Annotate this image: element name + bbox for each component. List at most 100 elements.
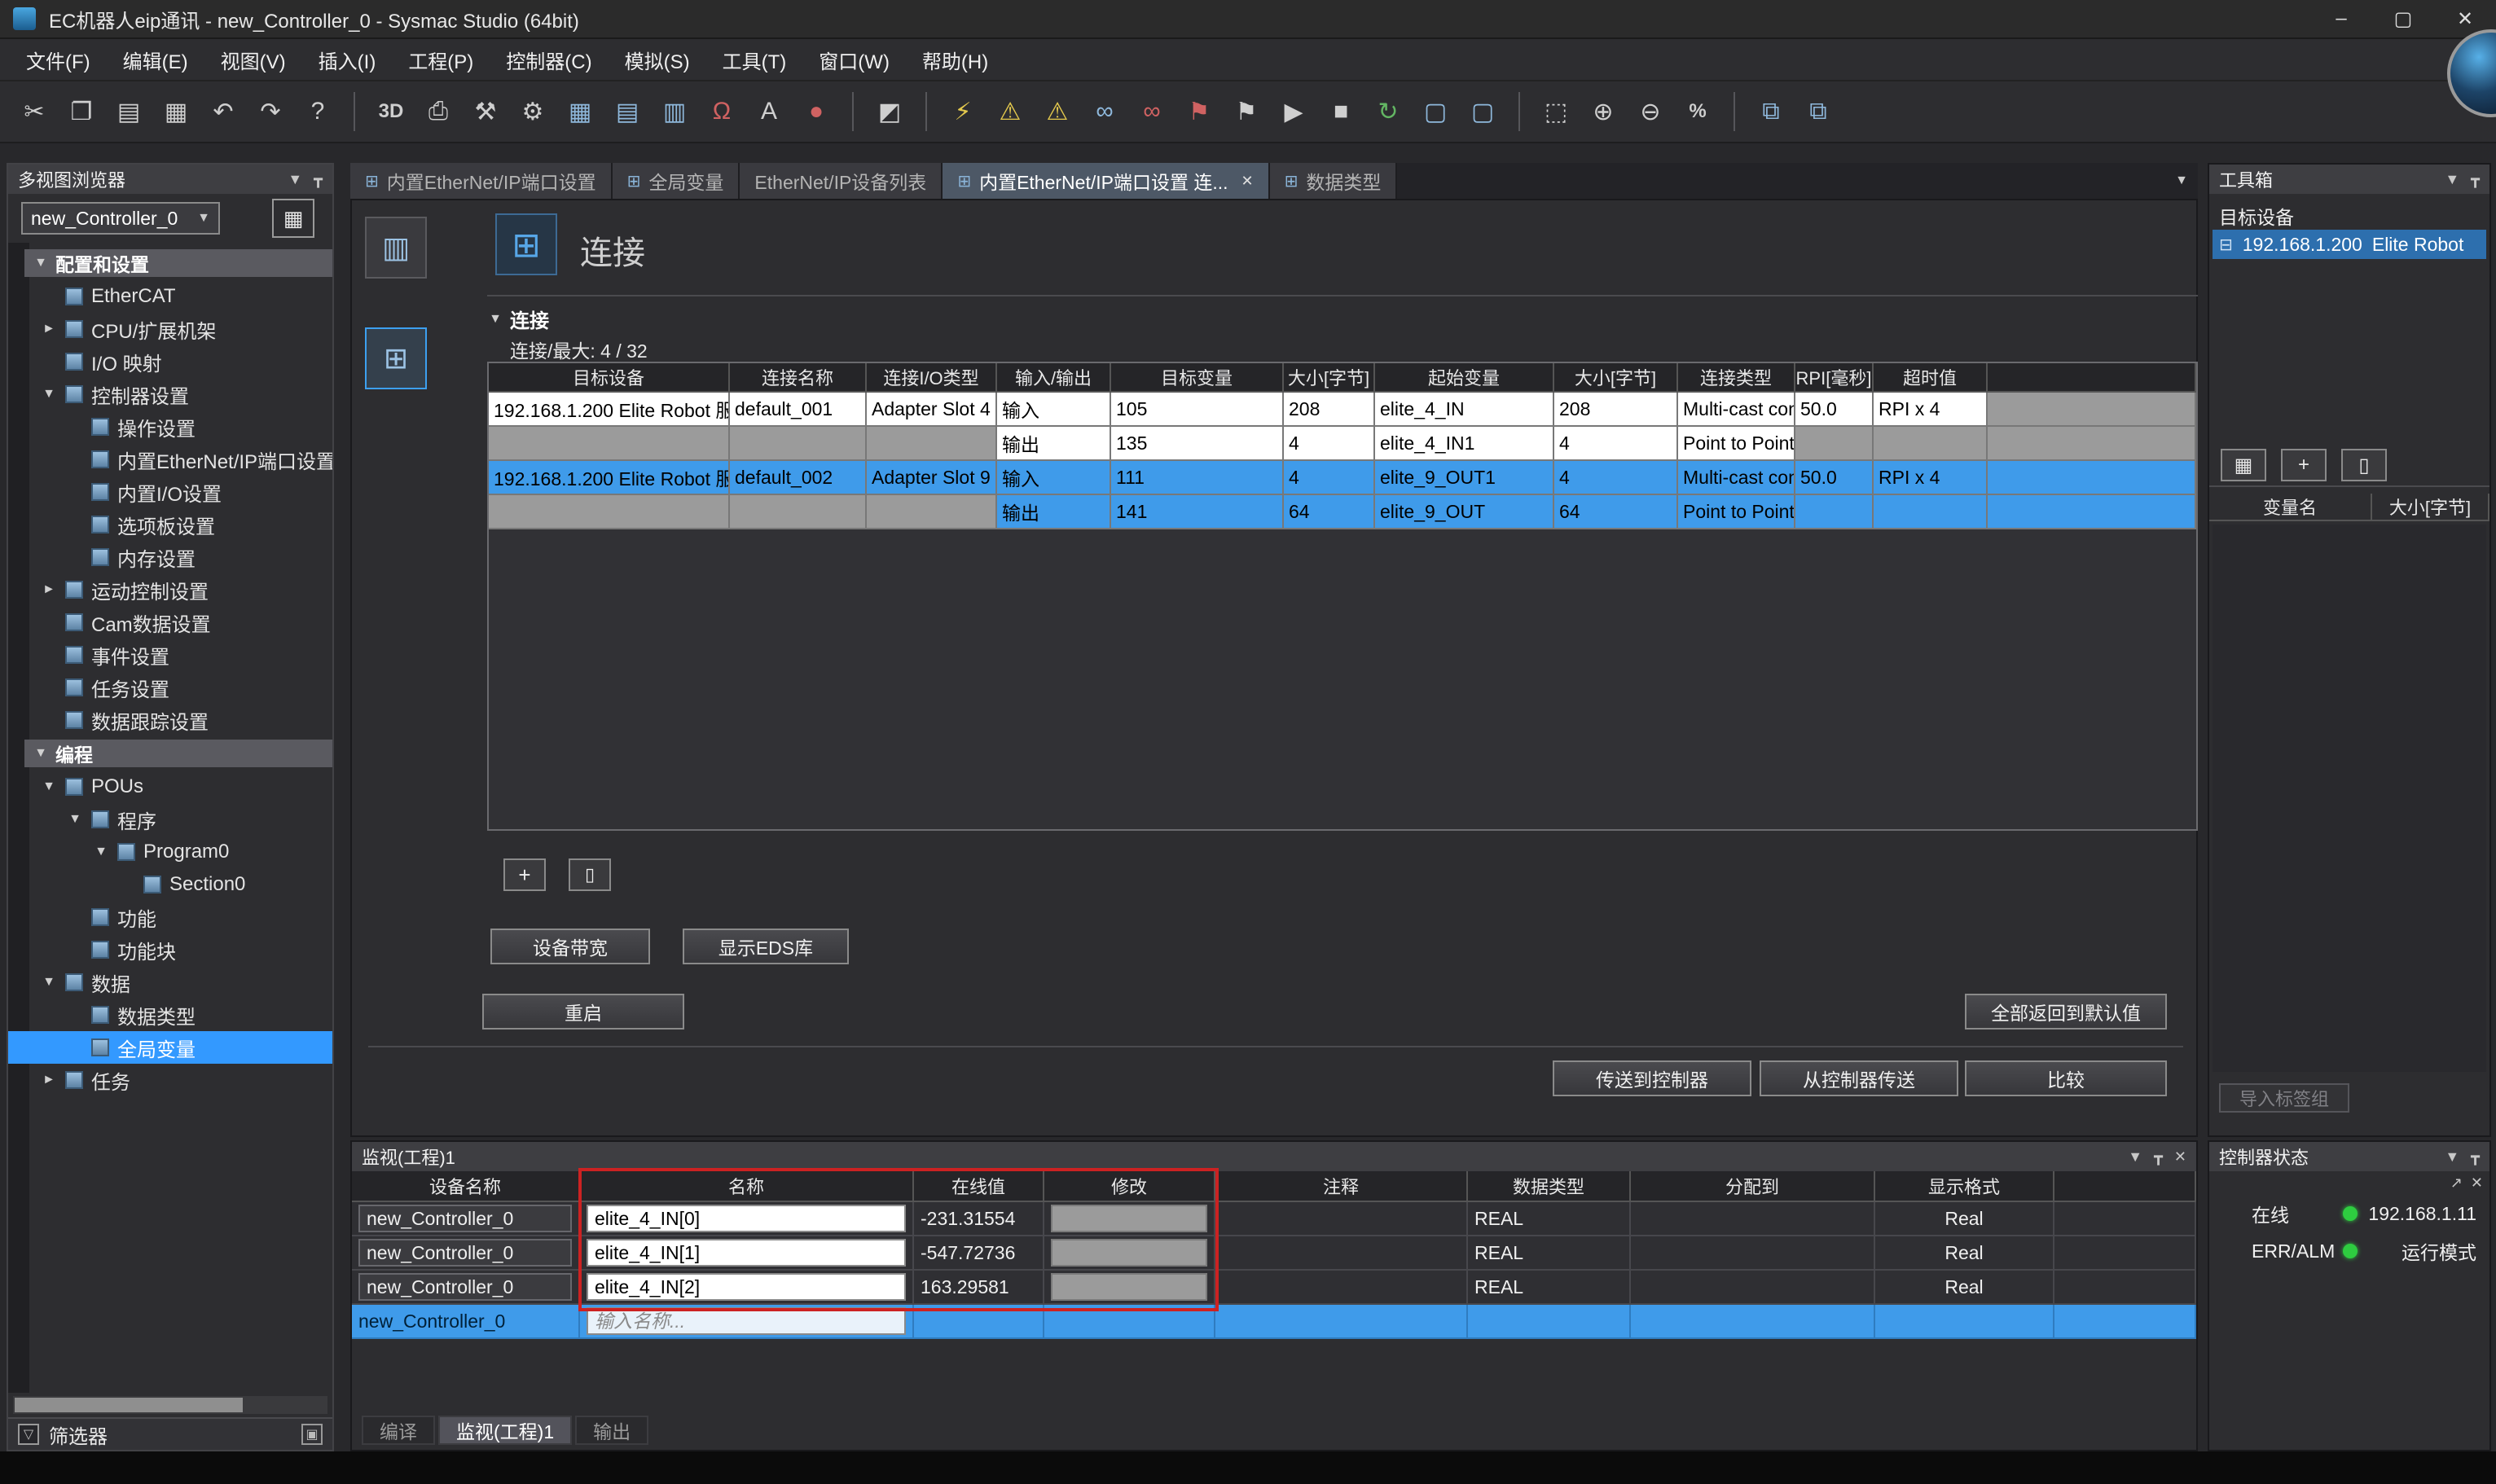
cell-allocated[interactable] — [1631, 1305, 1875, 1339]
menu-project[interactable]: 工程(P) — [392, 38, 490, 81]
variable-list[interactable] — [2213, 525, 2486, 1072]
cell-direction[interactable]: 输出 — [997, 495, 1111, 529]
menu-tools[interactable]: 工具(T) — [706, 38, 803, 81]
pin-icon[interactable]: ┳ — [2471, 171, 2480, 188]
expand-icon[interactable]: ↗ — [2450, 1174, 2463, 1192]
sidebar-item-data-trace[interactable]: 数据跟踪设置 — [8, 704, 332, 736]
cell-target-variable[interactable]: 141 — [1111, 495, 1284, 529]
transfer-from-controller-button[interactable]: 从控制器传送 — [1760, 1060, 1958, 1096]
cell-connection-type[interactable]: Multi-cast conn — [1678, 393, 1795, 427]
sidebar-item-builtin-ethernet-ip-port[interactable]: 内置EtherNet/IP端口设置 — [8, 443, 332, 476]
font-icon[interactable]: A — [748, 89, 790, 134]
cell-size2[interactable]: 64 — [1554, 495, 1678, 529]
cell-size2[interactable]: 4 — [1554, 427, 1678, 461]
cell-comment[interactable] — [1215, 1236, 1468, 1271]
warning-list-icon[interactable]: ⚠ — [1036, 89, 1079, 134]
sidebar-item-program0[interactable]: Program0 — [8, 836, 332, 868]
close-icon[interactable]: ✕ — [2174, 1148, 2186, 1166]
compare-button[interactable]: 比较 — [1965, 1060, 2167, 1096]
zoom-select-icon[interactable]: ⬚ — [1535, 89, 1577, 134]
sidebar-item-programs[interactable]: 程序 — [8, 803, 332, 836]
sidebar-item-section0[interactable]: Section0 — [8, 868, 332, 901]
sidebar-item-global-variables[interactable]: 全局变量 — [8, 1031, 332, 1064]
paste-icon[interactable]: ▤ — [108, 89, 150, 134]
delete-connection-button[interactable]: ▯ — [569, 858, 611, 891]
sidebar-item-data-types[interactable]: 数据类型 — [8, 999, 332, 1031]
cell-connection-type[interactable]: Point to Point c — [1678, 495, 1795, 529]
sidebar-item-operation-settings[interactable]: 操作设置 — [8, 411, 332, 443]
stop-mode-icon[interactable]: ■ — [1320, 89, 1362, 134]
cell-start-variable[interactable]: elite_9_OUT1 — [1375, 461, 1554, 495]
tab-connection-settings-active[interactable]: ⊞ 内置EtherNet/IP端口设置 连... ✕ — [943, 163, 1269, 199]
close-icon[interactable]: ✕ — [2471, 1174, 2483, 1192]
tab-list-dropdown-icon[interactable]: ▼ — [2165, 163, 2198, 199]
sync-link-off-icon[interactable]: ∞ — [1131, 89, 1173, 134]
zoom-fit-icon[interactable]: % — [1676, 89, 1719, 134]
cell-size[interactable]: 64 — [1284, 495, 1375, 529]
cell-connection-type[interactable]: Multi-cast conn — [1678, 461, 1795, 495]
cell-device-name[interactable]: new_Controller_0 — [352, 1305, 580, 1339]
chevron-down-icon[interactable]: ▼ — [2128, 1148, 2142, 1166]
cell-allocated[interactable] — [1631, 1236, 1875, 1271]
cell-target-variable[interactable]: 105 — [1111, 393, 1284, 427]
variable-name-input[interactable] — [587, 1307, 906, 1335]
cell-start-variable[interactable]: elite_4_IN1 — [1375, 427, 1554, 461]
device-bandwidth-button[interactable]: 设备带宽 — [490, 929, 650, 964]
delete-icon[interactable]: ▦ — [155, 89, 197, 134]
sidebar-item-tasks[interactable]: 任务 — [8, 1064, 332, 1096]
menu-file[interactable]: 文件(F) — [10, 38, 107, 81]
tab-close-icon[interactable]: ✕ — [1241, 173, 1254, 190]
cell-size2[interactable]: 208 — [1554, 393, 1678, 427]
sidebar-item-data[interactable]: 数据 — [8, 966, 332, 999]
cell-size[interactable]: 4 — [1284, 461, 1375, 495]
copy-icon[interactable]: ❐ — [60, 89, 103, 134]
cell-comment[interactable] — [1215, 1202, 1468, 1236]
flag-set-icon[interactable]: ⚑ — [1178, 89, 1220, 134]
zoom-in-icon[interactable]: ⊕ — [1582, 89, 1624, 134]
sidebar-item-functions[interactable]: 功能 — [8, 901, 332, 933]
cell-allocated[interactable] — [1631, 1271, 1875, 1305]
cell-data-type[interactable]: REAL — [1468, 1202, 1631, 1236]
pin-icon[interactable]: ┳ — [2154, 1148, 2163, 1166]
go-online-icon[interactable]: ⚡ — [942, 89, 984, 134]
sidebar-item-cam-data[interactable]: Cam数据设置 — [8, 606, 332, 639]
menu-help[interactable]: 帮助(H) — [906, 38, 1004, 81]
redo-icon[interactable]: ↷ — [249, 89, 292, 134]
cell-target-variable[interactable]: 135 — [1111, 427, 1284, 461]
sidebar-item-ethercat[interactable]: EtherCAT — [8, 280, 332, 313]
zoom-out-icon[interactable]: ⊖ — [1629, 89, 1672, 134]
cell-rpi[interactable]: 50.0 — [1795, 461, 1874, 495]
cell-connection-type[interactable]: Point to Point c — [1678, 427, 1795, 461]
cell-target-variable[interactable]: 111 — [1111, 461, 1284, 495]
cell-display-format[interactable]: Real — [1875, 1271, 2054, 1305]
tab-ethernet-ip-device-list[interactable]: EtherNet/IP设备列表 — [740, 163, 943, 199]
undo-icon[interactable]: ↶ — [202, 89, 244, 134]
diff-monitor-icon[interactable]: ◩ — [868, 89, 911, 134]
cell-device-name[interactable]: new_Controller_0 — [352, 1271, 580, 1305]
connection-section-header[interactable]: 连接 — [487, 305, 2198, 333]
view-3d-icon[interactable]: 3D — [370, 89, 412, 134]
cell-online-value[interactable]: 163.29581 — [914, 1271, 1044, 1305]
sidebar-item-motion-control[interactable]: 运动控制设置 — [8, 573, 332, 606]
cell-timeout[interactable]: RPI x 4 — [1874, 461, 1988, 495]
cell-timeout[interactable]: RPI x 4 — [1874, 393, 1988, 427]
cell-comment[interactable] — [1215, 1271, 1468, 1305]
sidebar-item-pous[interactable]: POUs — [8, 771, 332, 803]
sync-link-icon[interactable]: ∞ — [1083, 89, 1126, 134]
minimize-button[interactable]: – — [2310, 0, 2372, 38]
cell-size[interactable]: 4 — [1284, 427, 1375, 461]
cell-display-format[interactable]: Real — [1875, 1202, 2054, 1236]
window-split-icon[interactable]: ⧉ — [1750, 89, 1792, 134]
monitor-2-icon[interactable]: ▢ — [1461, 89, 1504, 134]
menu-controller[interactable]: 控制器(C) — [490, 38, 608, 81]
maximize-button[interactable]: ▢ — [2372, 0, 2434, 38]
add-device-button[interactable]: + — [2281, 449, 2327, 481]
settings-icon[interactable]: ⚙ — [512, 89, 554, 134]
io-map-icon[interactable]: ▥ — [653, 89, 696, 134]
port-settings-view-button[interactable]: ▥ — [365, 217, 427, 279]
restart-button[interactable]: 重启 — [482, 994, 684, 1030]
pin-icon[interactable]: ┳ — [2471, 1148, 2480, 1166]
cell-connection-name[interactable]: default_002 — [730, 461, 867, 495]
cell-modify-value[interactable] — [1044, 1236, 1215, 1271]
cell-variable-name[interactable] — [580, 1305, 914, 1339]
